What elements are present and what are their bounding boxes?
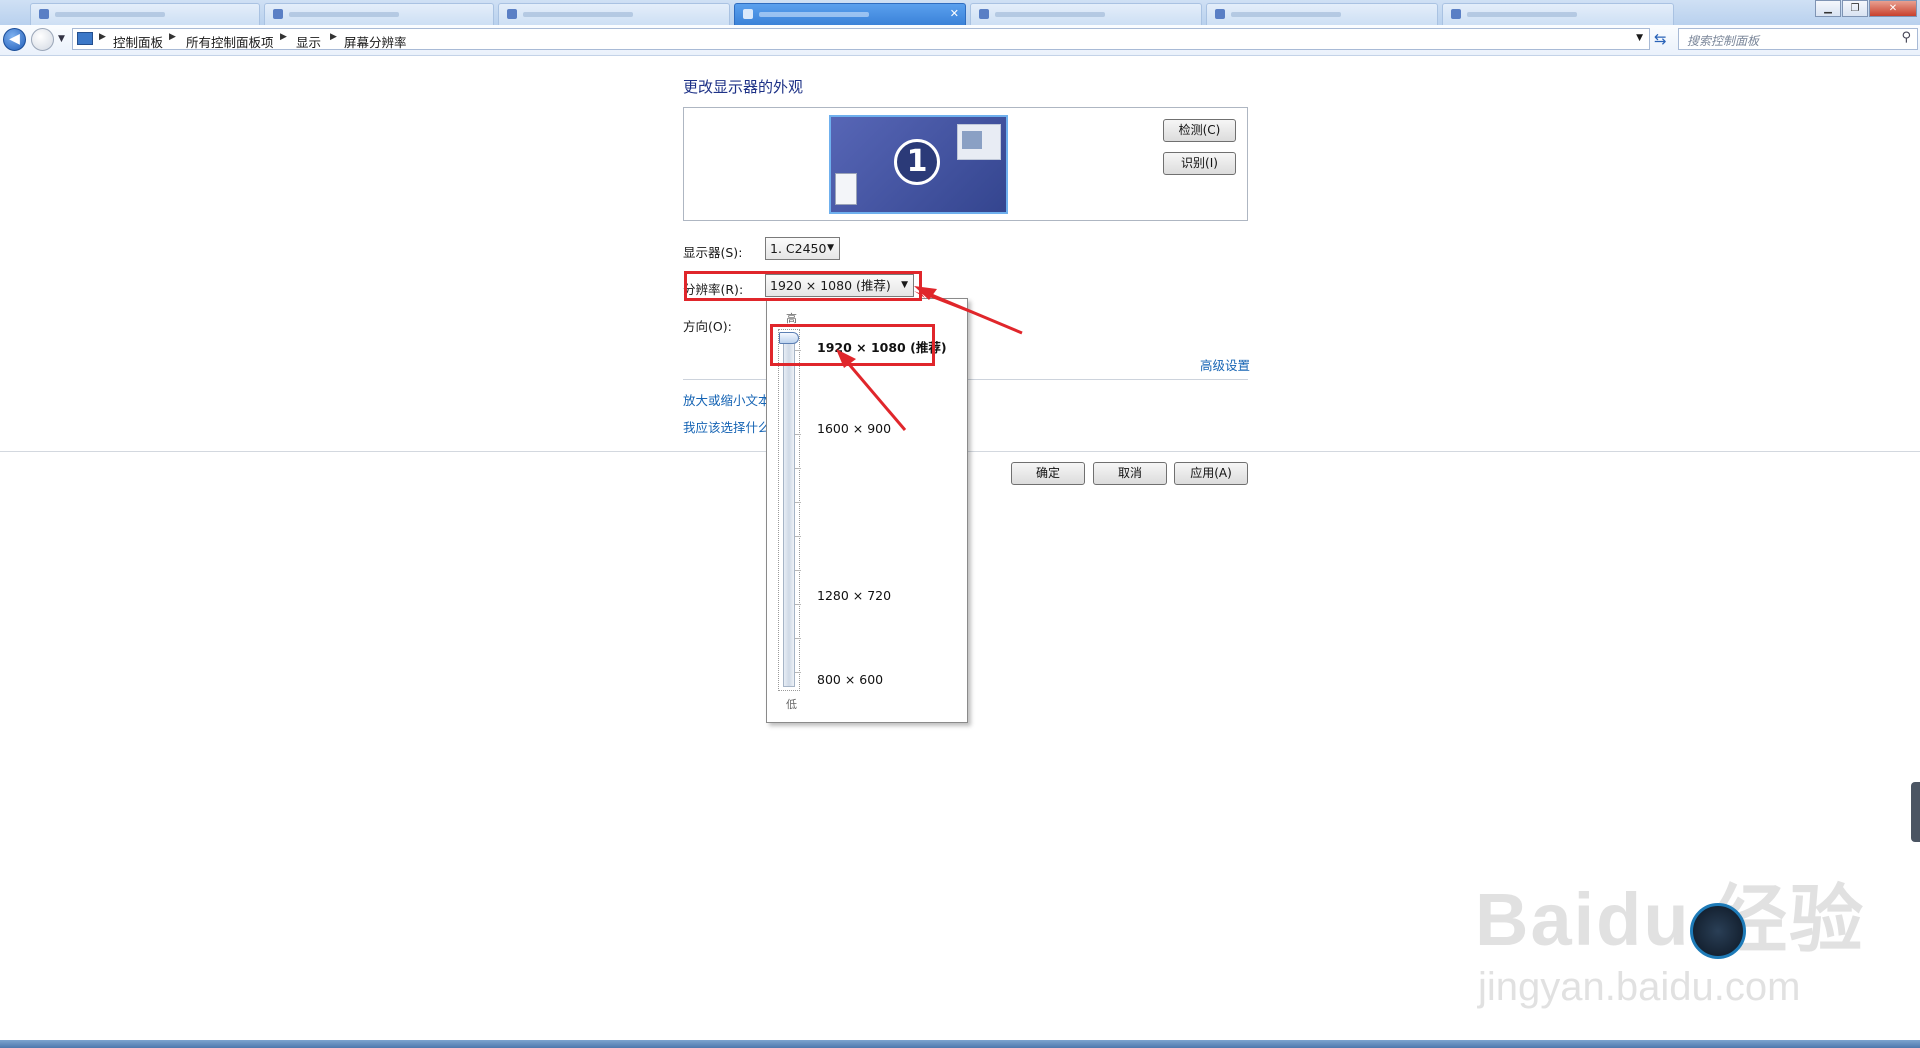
side-gadget-handle-icon[interactable] xyxy=(1911,782,1920,842)
cpu-gauge-icon xyxy=(1690,903,1746,959)
arrow-to-resolution-shaft xyxy=(921,289,1023,335)
taskbar xyxy=(0,1040,1920,1048)
watermark-url: jingyan.baidu.com xyxy=(1478,965,1801,1009)
arrow-to-option-head xyxy=(836,349,856,368)
arrow-to-option-shaft xyxy=(840,355,907,431)
watermark-brand: Baidu 经验 xyxy=(1475,878,1866,961)
